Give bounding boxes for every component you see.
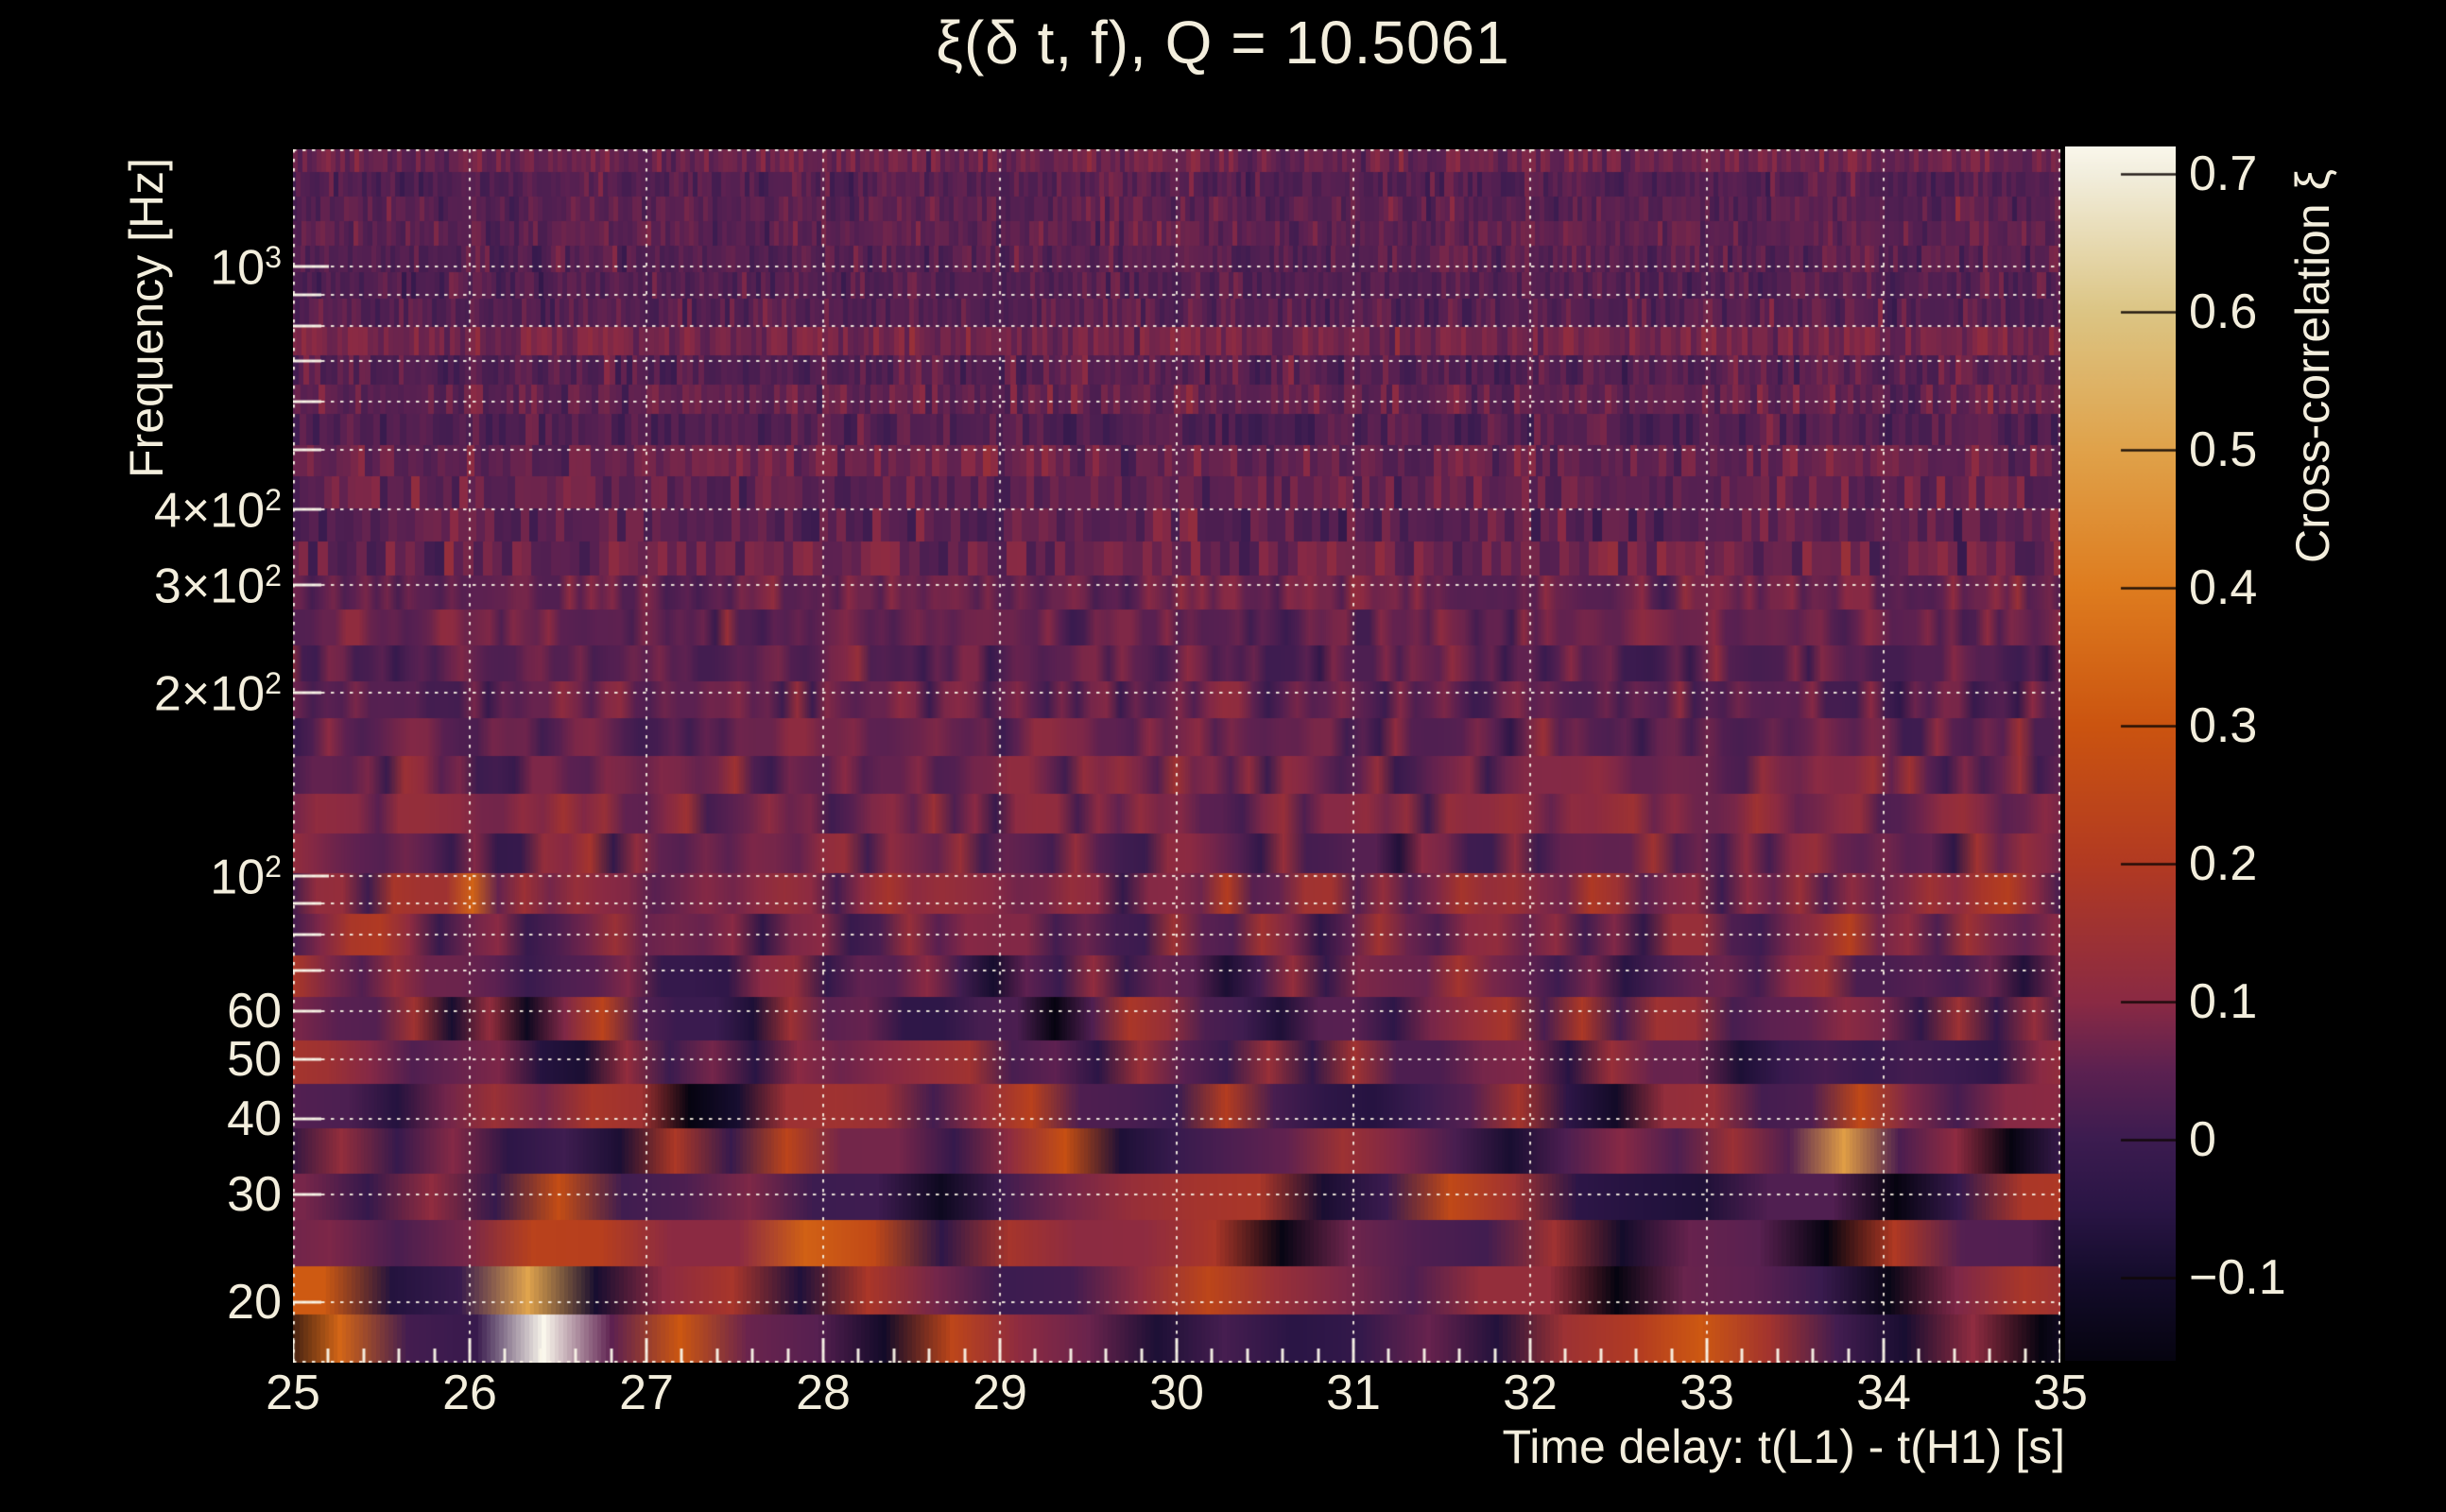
plot-title: ξ(δ t, f), Q = 10.5061	[936, 9, 1510, 77]
x-tick-label: 25	[266, 1366, 320, 1420]
heatmap-canvas	[293, 149, 2060, 1363]
y-tick-label: 3×102	[153, 558, 282, 614]
x-tick-label: 28	[796, 1366, 851, 1420]
colorbar-tick-label: −0.1	[2189, 1250, 2286, 1306]
colorbar-tick-label: 0.7	[2189, 146, 2258, 202]
colorbar-tick-label: 0.6	[2189, 284, 2258, 340]
colorbar-canvas	[2065, 146, 2176, 1361]
colorbar-tick-label: 0.3	[2189, 698, 2258, 754]
y-tick-label: 40	[227, 1091, 282, 1146]
x-tick-label: 27	[619, 1366, 674, 1420]
y-tick-label: 102	[210, 849, 282, 905]
y-tick-label: 50	[227, 1032, 282, 1088]
x-tick-label: 32	[1503, 1366, 1558, 1420]
y-tick-label: 2×102	[153, 665, 282, 722]
colorbar-tick-label: 0.1	[2189, 974, 2258, 1030]
colorbar-tick-label: 0.5	[2189, 422, 2258, 478]
x-tick-label: 30	[1149, 1366, 1204, 1420]
x-tick-label: 31	[1326, 1366, 1381, 1420]
y-tick-label: 60	[227, 984, 282, 1040]
figure: ξ(δ t, f), Q = 10.5061 Frequency [Hz] Ti…	[0, 0, 2446, 1512]
y-tick-label: 4×102	[153, 482, 282, 539]
x-tick-label: 33	[1679, 1366, 1734, 1420]
x-tick-label: 26	[442, 1366, 497, 1420]
colorbar-tick-label: 0.4	[2189, 560, 2258, 616]
colorbar-tick-label: 0.2	[2189, 836, 2258, 892]
colorbar-tick-label: 0	[2189, 1112, 2216, 1168]
y-axis-label: Frequency [Hz]	[120, 157, 173, 478]
x-tick-label: 34	[1856, 1366, 1911, 1420]
colorbar-label: Cross-correlation ξ	[2286, 169, 2339, 563]
x-axis-label: Time delay: t(L1) - t(H1) [s]	[1502, 1420, 2065, 1473]
y-tick-label: 20	[227, 1274, 282, 1330]
x-tick-label: 35	[2033, 1366, 2088, 1420]
y-tick-label: 103	[210, 240, 282, 296]
y-tick-label: 30	[227, 1167, 282, 1223]
x-tick-label: 29	[973, 1366, 1027, 1420]
